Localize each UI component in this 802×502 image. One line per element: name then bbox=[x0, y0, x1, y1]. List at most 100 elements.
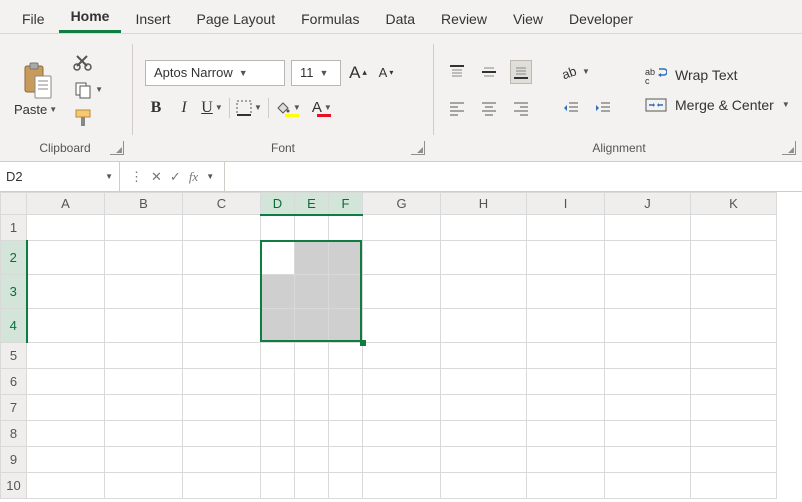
cell-I10[interactable] bbox=[527, 473, 605, 499]
formula-input[interactable] bbox=[225, 162, 802, 191]
cell-E9[interactable] bbox=[295, 447, 329, 473]
cell-K3[interactable] bbox=[691, 275, 777, 309]
cell-K10[interactable] bbox=[691, 473, 777, 499]
cell-J7[interactable] bbox=[605, 395, 691, 421]
align-top-button[interactable] bbox=[446, 60, 468, 84]
tab-data[interactable]: Data bbox=[373, 5, 427, 33]
align-left-button[interactable] bbox=[446, 96, 468, 120]
cell-E4[interactable] bbox=[295, 309, 329, 343]
cell-H5[interactable] bbox=[441, 343, 527, 369]
cell-F5[interactable] bbox=[329, 343, 363, 369]
fx-label[interactable]: fx bbox=[189, 169, 198, 185]
cell-A9[interactable] bbox=[27, 447, 105, 473]
cell-E10[interactable] bbox=[295, 473, 329, 499]
cell-H7[interactable] bbox=[441, 395, 527, 421]
col-header-H[interactable]: H bbox=[441, 193, 527, 215]
tab-page-layout[interactable]: Page Layout bbox=[184, 5, 287, 33]
tab-home[interactable]: Home bbox=[59, 2, 122, 33]
cell-G10[interactable] bbox=[363, 473, 441, 499]
paste-button[interactable]: Paste ▼ bbox=[10, 60, 61, 119]
cell-B7[interactable] bbox=[105, 395, 183, 421]
cancel-formula-button[interactable]: ✕ bbox=[151, 169, 162, 185]
tab-review[interactable]: Review bbox=[429, 5, 499, 33]
cell-G3[interactable] bbox=[363, 275, 441, 309]
cell-G8[interactable] bbox=[363, 421, 441, 447]
copy-button[interactable]: ▼ bbox=[71, 78, 105, 102]
cell-F10[interactable] bbox=[329, 473, 363, 499]
cell-K5[interactable] bbox=[691, 343, 777, 369]
cell-A3[interactable] bbox=[27, 275, 105, 309]
cell-D4[interactable] bbox=[261, 309, 295, 343]
cell-B3[interactable] bbox=[105, 275, 183, 309]
cell-H4[interactable] bbox=[441, 309, 527, 343]
cell-D8[interactable] bbox=[261, 421, 295, 447]
cell-A8[interactable] bbox=[27, 421, 105, 447]
cell-F7[interactable] bbox=[329, 395, 363, 421]
cell-D7[interactable] bbox=[261, 395, 295, 421]
row-header-2[interactable]: 2 bbox=[1, 241, 27, 275]
cell-K9[interactable] bbox=[691, 447, 777, 473]
underline-button[interactable]: U▼ bbox=[201, 96, 223, 120]
cell-F3[interactable] bbox=[329, 275, 363, 309]
cell-D5[interactable] bbox=[261, 343, 295, 369]
orientation-button[interactable]: ab▼ bbox=[560, 60, 590, 84]
cell-I7[interactable] bbox=[527, 395, 605, 421]
cell-G7[interactable] bbox=[363, 395, 441, 421]
spreadsheet-grid[interactable]: ABCDEFGHIJK12345678910 bbox=[0, 192, 802, 502]
align-middle-button[interactable] bbox=[478, 60, 500, 84]
cell-D6[interactable] bbox=[261, 369, 295, 395]
cell-J8[interactable] bbox=[605, 421, 691, 447]
cell-A1[interactable] bbox=[27, 215, 105, 241]
merge-center-button[interactable]: Merge & Center ▼ bbox=[645, 95, 790, 115]
enter-formula-button[interactable]: ✓ bbox=[170, 169, 181, 185]
cell-E6[interactable] bbox=[295, 369, 329, 395]
row-header-6[interactable]: 6 bbox=[1, 369, 27, 395]
cell-G1[interactable] bbox=[363, 215, 441, 241]
cell-I6[interactable] bbox=[527, 369, 605, 395]
align-center-button[interactable] bbox=[478, 96, 500, 120]
cell-B2[interactable] bbox=[105, 241, 183, 275]
cell-E1[interactable] bbox=[295, 215, 329, 241]
cell-J3[interactable] bbox=[605, 275, 691, 309]
col-header-B[interactable]: B bbox=[105, 193, 183, 215]
cell-D2[interactable] bbox=[261, 241, 295, 275]
cut-button[interactable] bbox=[71, 50, 105, 74]
cell-D3[interactable] bbox=[261, 275, 295, 309]
cell-C10[interactable] bbox=[183, 473, 261, 499]
cell-C2[interactable] bbox=[183, 241, 261, 275]
alignment-dialog-launcher[interactable] bbox=[782, 141, 796, 155]
col-header-E[interactable]: E bbox=[295, 193, 329, 215]
cell-I4[interactable] bbox=[527, 309, 605, 343]
cell-F8[interactable] bbox=[329, 421, 363, 447]
cell-A5[interactable] bbox=[27, 343, 105, 369]
col-header-A[interactable]: A bbox=[27, 193, 105, 215]
cell-A6[interactable] bbox=[27, 369, 105, 395]
cell-G6[interactable] bbox=[363, 369, 441, 395]
cell-J6[interactable] bbox=[605, 369, 691, 395]
row-header-5[interactable]: 5 bbox=[1, 343, 27, 369]
borders-button[interactable]: ▼ bbox=[236, 96, 262, 120]
cell-J2[interactable] bbox=[605, 241, 691, 275]
cell-H2[interactable] bbox=[441, 241, 527, 275]
select-all-corner[interactable] bbox=[1, 193, 27, 215]
cell-H6[interactable] bbox=[441, 369, 527, 395]
cell-K2[interactable] bbox=[691, 241, 777, 275]
cell-B4[interactable] bbox=[105, 309, 183, 343]
cell-A2[interactable] bbox=[27, 241, 105, 275]
col-header-K[interactable]: K bbox=[691, 193, 777, 215]
cell-J5[interactable] bbox=[605, 343, 691, 369]
cell-K6[interactable] bbox=[691, 369, 777, 395]
cell-F1[interactable] bbox=[329, 215, 363, 241]
cell-E3[interactable] bbox=[295, 275, 329, 309]
cell-F6[interactable] bbox=[329, 369, 363, 395]
font-name-combo[interactable]: Aptos Narrow ▼ bbox=[145, 60, 285, 86]
cell-H1[interactable] bbox=[441, 215, 527, 241]
col-header-D[interactable]: D bbox=[261, 193, 295, 215]
increase-indent-button[interactable] bbox=[592, 96, 614, 120]
cell-G9[interactable] bbox=[363, 447, 441, 473]
col-header-J[interactable]: J bbox=[605, 193, 691, 215]
row-header-8[interactable]: 8 bbox=[1, 421, 27, 447]
cell-I5[interactable] bbox=[527, 343, 605, 369]
cell-C6[interactable] bbox=[183, 369, 261, 395]
row-header-10[interactable]: 10 bbox=[1, 473, 27, 499]
